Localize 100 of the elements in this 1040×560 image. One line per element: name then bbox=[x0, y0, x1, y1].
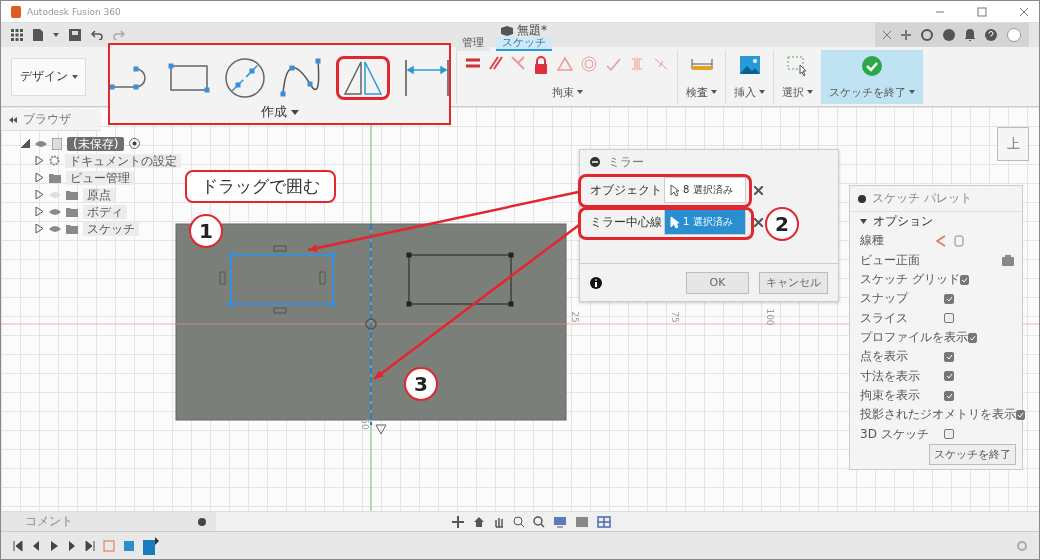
checkbox[interactable] bbox=[944, 293, 954, 304]
caret-icon bbox=[290, 109, 299, 115]
axis-label: 75 bbox=[669, 311, 680, 323]
checkbox[interactable] bbox=[959, 274, 969, 285]
selection-field[interactable]: 8 選択済み bbox=[664, 177, 746, 203]
tree-item-label[interactable]: スケッチ bbox=[83, 221, 139, 236]
step-back-icon[interactable] bbox=[31, 540, 41, 551]
ribbon-tab[interactable]: 管理 bbox=[456, 37, 490, 51]
cancel-button[interactable]: キャンセル bbox=[759, 271, 828, 294]
save-icon[interactable] bbox=[69, 29, 81, 41]
timeline-marker-icon[interactable] bbox=[143, 536, 159, 555]
dialog-title: ミラー bbox=[608, 153, 644, 171]
folder-icon bbox=[66, 223, 78, 234]
toolbar-button[interactable]: 検査 bbox=[677, 49, 725, 104]
field-label: オブジェクト bbox=[589, 181, 663, 199]
finish-sketch-button[interactable]: スケッチを終了 bbox=[929, 444, 1016, 465]
document-title: 無題* bbox=[517, 24, 547, 37]
body-feature-icon[interactable] bbox=[123, 539, 135, 552]
user-icon[interactable] bbox=[1007, 28, 1021, 42]
view-cube[interactable]: 上 bbox=[997, 127, 1029, 161]
checkbox[interactable] bbox=[944, 390, 954, 401]
tree-item-label[interactable]: (未保存) bbox=[67, 136, 125, 151]
perpendicular-icon bbox=[511, 55, 525, 70]
collapse-triangle-icon[interactable] bbox=[860, 219, 867, 225]
maximize-icon[interactable] bbox=[977, 6, 987, 17]
ribbon-tab[interactable]: スケッチ bbox=[496, 37, 552, 51]
folder-icon bbox=[66, 189, 78, 200]
tree-item-label[interactable]: 原点 bbox=[83, 187, 115, 202]
eye-icon[interactable] bbox=[49, 224, 61, 233]
selection-field[interactable]: 1 選択済み bbox=[664, 209, 746, 235]
spline-tool-icon[interactable] bbox=[279, 58, 322, 98]
caret-icon bbox=[909, 90, 915, 94]
radio-icon[interactable] bbox=[129, 138, 141, 149]
check-circle-icon bbox=[862, 55, 882, 76]
mirror-tool-button[interactable] bbox=[335, 56, 390, 100]
home-icon[interactable] bbox=[473, 515, 485, 528]
caret-icon bbox=[759, 90, 765, 94]
circle-tool-icon[interactable] bbox=[223, 57, 266, 99]
look-at-icon[interactable] bbox=[1002, 254, 1014, 266]
ok-button[interactable]: OK bbox=[686, 271, 749, 294]
display-icon[interactable] bbox=[553, 515, 567, 528]
skip-forward-icon[interactable] bbox=[85, 540, 95, 551]
plus-icon[interactable] bbox=[901, 30, 911, 40]
toolbar-button[interactable]: スケッチを終了 bbox=[821, 49, 923, 104]
construction-line-icon[interactable] bbox=[936, 235, 946, 247]
zoom-window-icon[interactable] bbox=[533, 515, 545, 528]
bell-icon[interactable] bbox=[965, 29, 975, 41]
collapse-triangle-icon[interactable] bbox=[21, 139, 30, 148]
zoom-icon[interactable] bbox=[513, 515, 525, 528]
step-forward-icon[interactable] bbox=[67, 540, 77, 551]
caret-icon bbox=[53, 33, 59, 37]
option-label: スケッチ グリッド bbox=[860, 271, 960, 289]
cursor-icon bbox=[670, 183, 679, 197]
checkbox[interactable] bbox=[944, 351, 954, 362]
clear-icon[interactable] bbox=[754, 217, 763, 227]
create-menu[interactable]: 作成 bbox=[260, 103, 299, 121]
tree-item-label[interactable]: ドキュメントの設定 bbox=[65, 153, 181, 168]
dimension-tool-icon[interactable] bbox=[403, 58, 450, 98]
axis-label: 25 bbox=[569, 311, 580, 323]
option-label: スナップ bbox=[860, 290, 908, 308]
workspace-button[interactable]: デザイン bbox=[11, 57, 86, 96]
eye-icon[interactable] bbox=[49, 207, 61, 216]
hand-icon[interactable] bbox=[493, 515, 505, 528]
callout-label: ドラッグで囲む bbox=[185, 170, 336, 203]
undo-icon[interactable] bbox=[91, 30, 103, 40]
rectangle-tool-icon[interactable] bbox=[167, 63, 210, 93]
lock-icon bbox=[533, 55, 549, 74]
folder-icon bbox=[49, 172, 61, 183]
skip-back-icon[interactable] bbox=[13, 540, 23, 551]
checkbox[interactable] bbox=[944, 429, 954, 440]
comments-label: コメント bbox=[25, 513, 73, 530]
panel-title: ブラウザ bbox=[23, 111, 71, 128]
close-tab-icon[interactable] bbox=[883, 31, 891, 39]
checkbox[interactable] bbox=[968, 332, 977, 343]
checkbox[interactable] bbox=[944, 313, 954, 324]
eye-icon[interactable] bbox=[35, 139, 47, 148]
option-label: 寸法を表示 bbox=[860, 367, 920, 385]
option-label: 線種 bbox=[860, 232, 884, 250]
gear-icon bbox=[49, 155, 60, 166]
grid-menu-icon[interactable] bbox=[11, 29, 23, 41]
file-icon[interactable] bbox=[33, 29, 43, 41]
help-icon[interactable] bbox=[985, 29, 997, 41]
tree-item-label[interactable]: ボディ bbox=[83, 204, 127, 219]
checkbox[interactable] bbox=[1016, 409, 1025, 420]
window-title: Autodesk Fusion 360 bbox=[27, 6, 122, 17]
clear-icon[interactable] bbox=[754, 185, 763, 195]
option-label: 投影されたジオメトリを表示 bbox=[860, 406, 1016, 424]
caret-icon bbox=[71, 74, 78, 79]
cursor-icon bbox=[670, 215, 679, 229]
close-icon[interactable] bbox=[1019, 6, 1029, 17]
toolbar-button[interactable]: 挿入 bbox=[725, 49, 773, 104]
checkbox[interactable] bbox=[944, 371, 954, 382]
caret-icon bbox=[576, 90, 583, 94]
caret-icon bbox=[711, 90, 717, 94]
tree-item-label[interactable]: ビュー管理 bbox=[66, 170, 134, 185]
viewports-icon[interactable] bbox=[597, 515, 611, 528]
option-label: プロファイルを表示 bbox=[860, 329, 968, 347]
option-label: スライス bbox=[860, 309, 908, 327]
play-icon[interactable] bbox=[49, 540, 59, 551]
toolbar-button[interactable]: 拘束 bbox=[456, 49, 677, 104]
